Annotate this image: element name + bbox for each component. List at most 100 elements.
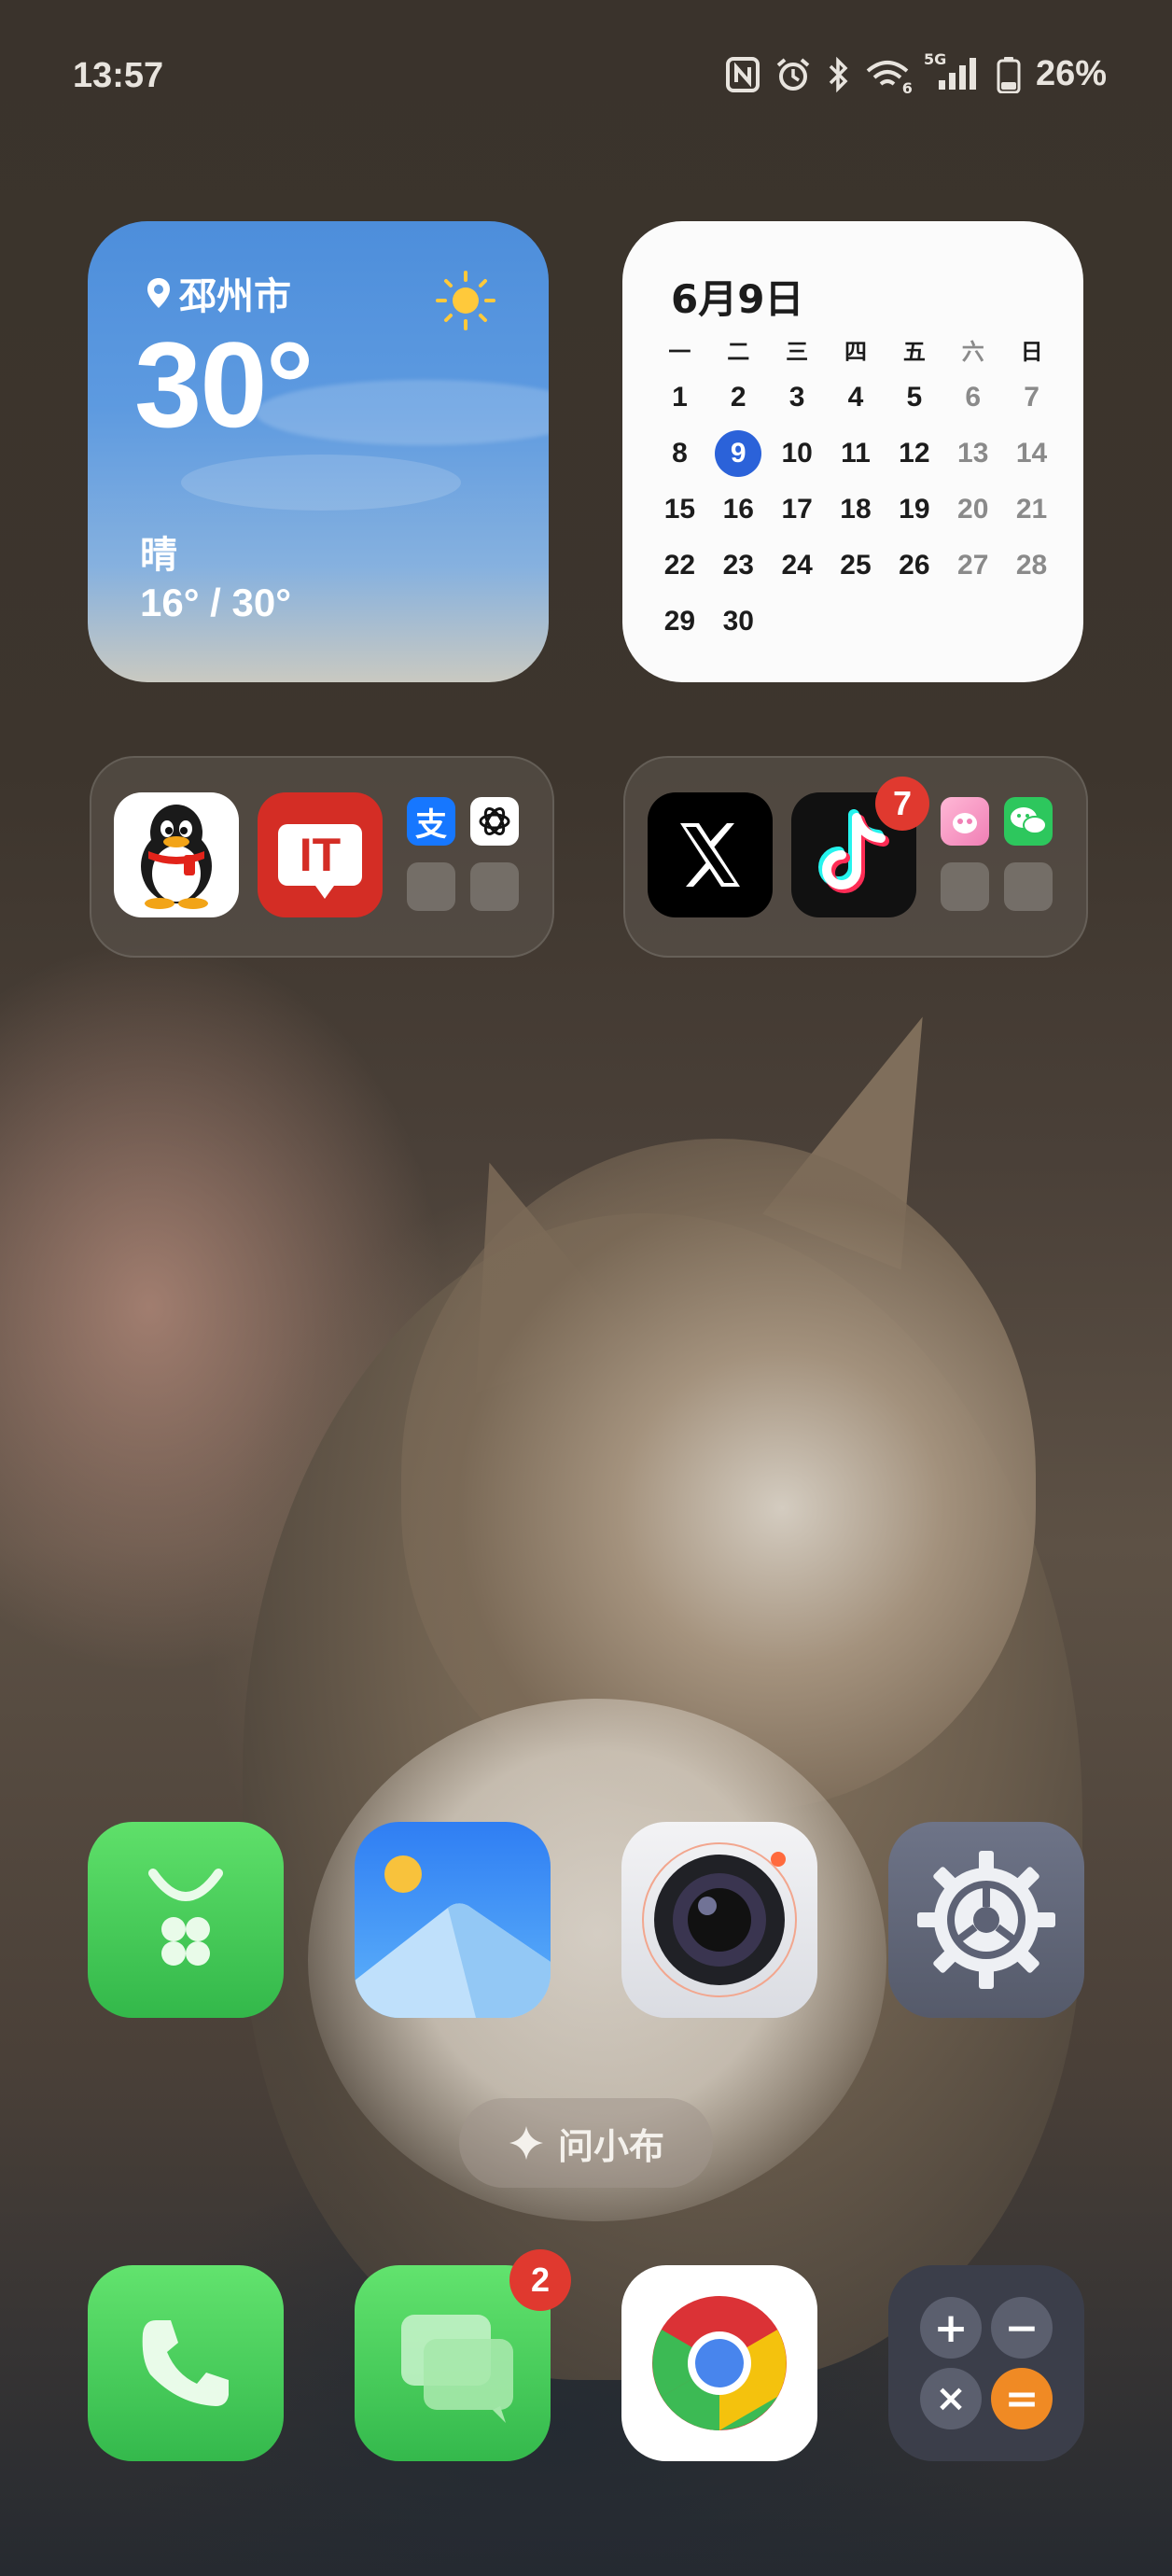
weather-temperature: 30° <box>134 316 314 453</box>
calendar-day: 6 <box>965 382 982 413</box>
calendar-day: 24 <box>781 550 813 581</box>
calendar-day: 27 <box>957 550 989 581</box>
calendar-day: 22 <box>663 550 696 581</box>
calendar-grid: 一 二 三 四 五 六 日 1 2 3 4 5 6 7 8 9 10 11 12… <box>650 329 1061 650</box>
battery-percent: 26% <box>1035 54 1107 93</box>
chatgpt-icon <box>479 807 510 835</box>
calendar-day: 21 <box>1015 494 1048 525</box>
app-settings[interactable] <box>888 1822 1084 2018</box>
calendar-day: 3 <box>788 382 805 413</box>
bluetooth-icon <box>827 56 849 93</box>
assistant-button[interactable]: 问小布 <box>459 2098 713 2188</box>
weekday-label: 一 <box>668 339 691 365</box>
app-qq[interactable] <box>114 792 239 917</box>
nfc-icon <box>725 56 760 92</box>
calendar-day: 13 <box>957 438 989 469</box>
app-camera[interactable] <box>621 1822 817 2018</box>
weather-range: 16° / 30° <box>140 581 292 624</box>
wifi-icon: 6 <box>864 56 913 97</box>
weekday-label: 日 <box>1020 339 1043 365</box>
calculator-equals-key: = <box>991 2368 1053 2429</box>
weather-widget[interactable]: 邳州市 30° 晴 16° / 30° <box>88 221 549 682</box>
sparkle-icon <box>509 2126 543 2160</box>
app-folder-1[interactable]: IT 支 <box>90 756 554 958</box>
wechat-icon <box>1011 807 1047 834</box>
alipay-icon: 支 <box>415 805 447 844</box>
app-ithome[interactable]: IT <box>258 792 383 917</box>
calendar-day: 10 <box>781 438 813 469</box>
weather-condition: 晴 <box>140 534 177 577</box>
calendar-day: 11 <box>841 438 871 469</box>
app-wechat[interactable] <box>1004 797 1053 846</box>
app-store-bag-icon <box>148 1869 223 1966</box>
app-folder-2[interactable]: 7 <box>623 756 1088 958</box>
folder-empty-slot <box>470 862 519 911</box>
app-chrome[interactable] <box>621 2265 817 2461</box>
wifi-version-label: 6 <box>901 78 913 97</box>
status-icons: 6 5G 26% <box>725 50 1107 97</box>
cloud-decoration <box>181 455 461 511</box>
location-name: 邳州市 <box>179 275 291 318</box>
calendar-day-today: 9 <box>709 426 768 482</box>
calendar-day: 20 <box>957 494 989 525</box>
calendar-day: 23 <box>722 550 754 581</box>
calendar-widget[interactable]: 6月9日 一 二 三 四 五 六 日 1 2 3 4 5 6 7 8 9 10 … <box>622 221 1083 682</box>
weekday-label: 二 <box>727 339 750 365</box>
network-type-label: 5G <box>923 49 947 68</box>
calendar-day: 16 <box>722 494 754 525</box>
ithome-logo-text: IT <box>299 829 342 881</box>
calendar-day: 5 <box>906 382 923 413</box>
calendar-day: 26 <box>899 550 930 581</box>
alarm-icon <box>774 56 812 93</box>
status-time: 13:57 <box>73 56 164 95</box>
weather-location: 邳州市 <box>146 266 291 320</box>
calendar-day: 8 <box>672 438 688 469</box>
calendar-day: 7 <box>1024 382 1039 413</box>
calculator-plus-key: + <box>920 2297 982 2359</box>
weekday-label: 三 <box>786 339 809 365</box>
status-bar: 13:57 6 5G 26% <box>0 0 1172 149</box>
calendar-day: 18 <box>840 494 872 525</box>
today-marker: 9 <box>715 430 762 477</box>
calendar-day: 12 <box>899 438 930 469</box>
folder-empty-slot <box>1004 862 1053 911</box>
gallery-mountain-icon <box>355 1855 551 2018</box>
app-gallery[interactable] <box>355 1822 551 2018</box>
app-x[interactable] <box>648 792 773 917</box>
calendar-title: 6月9日 <box>671 276 804 322</box>
weekday-label: 六 <box>961 339 984 365</box>
weekday-label: 四 <box>844 339 867 365</box>
calculator-times-key: × <box>920 2368 982 2429</box>
app-xiaohongshu[interactable] <box>941 797 989 846</box>
calendar-day: 1 <box>672 382 688 413</box>
sun-icon <box>436 271 495 330</box>
app-calculator[interactable]: + − × = <box>888 2265 1084 2461</box>
cellular-signal-icon: 5G <box>924 50 982 93</box>
calendar-day: 15 <box>663 494 696 525</box>
app-store[interactable] <box>88 1822 284 2018</box>
battery-icon <box>997 56 1021 93</box>
camera-lens-icon <box>642 1842 797 1997</box>
folder-empty-slot <box>407 862 455 911</box>
app-chatgpt[interactable] <box>470 797 519 846</box>
calendar-day: 19 <box>899 494 930 525</box>
app-phone[interactable] <box>88 2265 284 2461</box>
tiktok-notification-badge: 7 <box>875 777 929 831</box>
calendar-day: 30 <box>722 606 754 637</box>
folder-empty-slot <box>941 862 989 911</box>
qq-penguin-icon <box>141 805 212 909</box>
settings-gear-icon <box>917 1851 1055 1989</box>
x-logo-icon <box>680 823 740 887</box>
calendar-day: 29 <box>663 606 696 637</box>
calendar-day: 28 <box>1015 550 1048 581</box>
assistant-label: 问小布 <box>557 2125 664 2167</box>
weekday-label: 五 <box>902 339 926 365</box>
wallpaper-cat-head <box>401 1139 1036 1811</box>
speech-tail <box>315 886 334 899</box>
app-alipay[interactable]: 支 <box>407 797 455 846</box>
calendar-day: 14 <box>1015 438 1048 469</box>
chrome-icon <box>652 2296 787 2430</box>
location-pin-icon <box>147 278 170 308</box>
phone-handset-icon <box>142 2320 229 2406</box>
calendar-day: 4 <box>847 382 864 413</box>
